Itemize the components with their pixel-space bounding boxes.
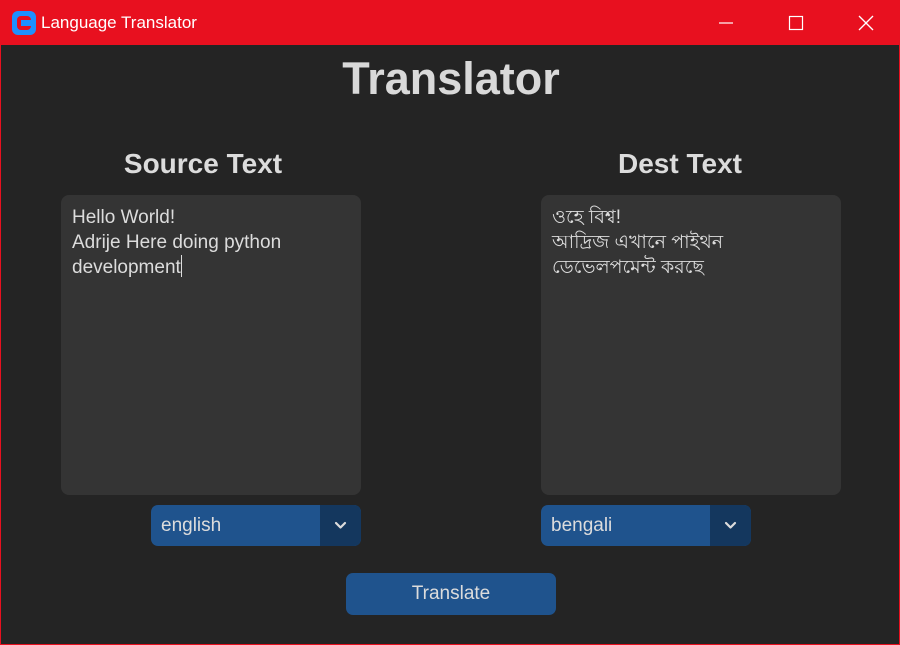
source-text-content: Hello World! Adrije Here doing python de…	[72, 207, 282, 278]
dest-language-dropdown[interactable]: bengali	[541, 505, 751, 546]
dest-text-content: ওহে বিশ্ব! আদ্রিজ এখানে পাইথন ডেভেলপমেন্…	[552, 207, 724, 278]
minimize-icon	[719, 22, 733, 24]
maximize-icon	[788, 15, 804, 31]
source-language-dropdown[interactable]: english	[151, 505, 361, 546]
translate-button[interactable]: Translate	[346, 573, 556, 615]
dest-language-value: bengali	[551, 515, 613, 536]
app-window: Language Translator Translator Source Te…	[0, 0, 900, 645]
window-title: Language Translator	[41, 13, 197, 32]
dest-text-label: Dest Text	[618, 148, 742, 179]
close-icon	[858, 15, 874, 31]
dest-textbox[interactable]: ওহে বিশ্ব! আদ্রিজ এখানে পাইথন ডেভেলপমেন্…	[541, 195, 841, 495]
title-bar[interactable]: Language Translator	[1, 1, 899, 45]
app-logo-icon	[12, 11, 36, 35]
source-language-value: english	[161, 515, 222, 536]
chevron-down-icon	[724, 521, 737, 529]
source-textbox[interactable]: Hello World! Adrije Here doing python de…	[61, 195, 361, 495]
source-dropdown-arrow-button[interactable]	[320, 505, 361, 546]
close-button[interactable]	[831, 1, 899, 45]
minimize-button[interactable]	[691, 1, 761, 45]
source-text-label: Source Text	[123, 148, 283, 179]
chevron-down-icon	[334, 521, 347, 529]
maximize-button[interactable]	[761, 1, 831, 45]
dest-dropdown-arrow-button[interactable]	[710, 505, 751, 546]
page-title: Translator	[342, 53, 560, 104]
text-cursor	[180, 255, 182, 277]
